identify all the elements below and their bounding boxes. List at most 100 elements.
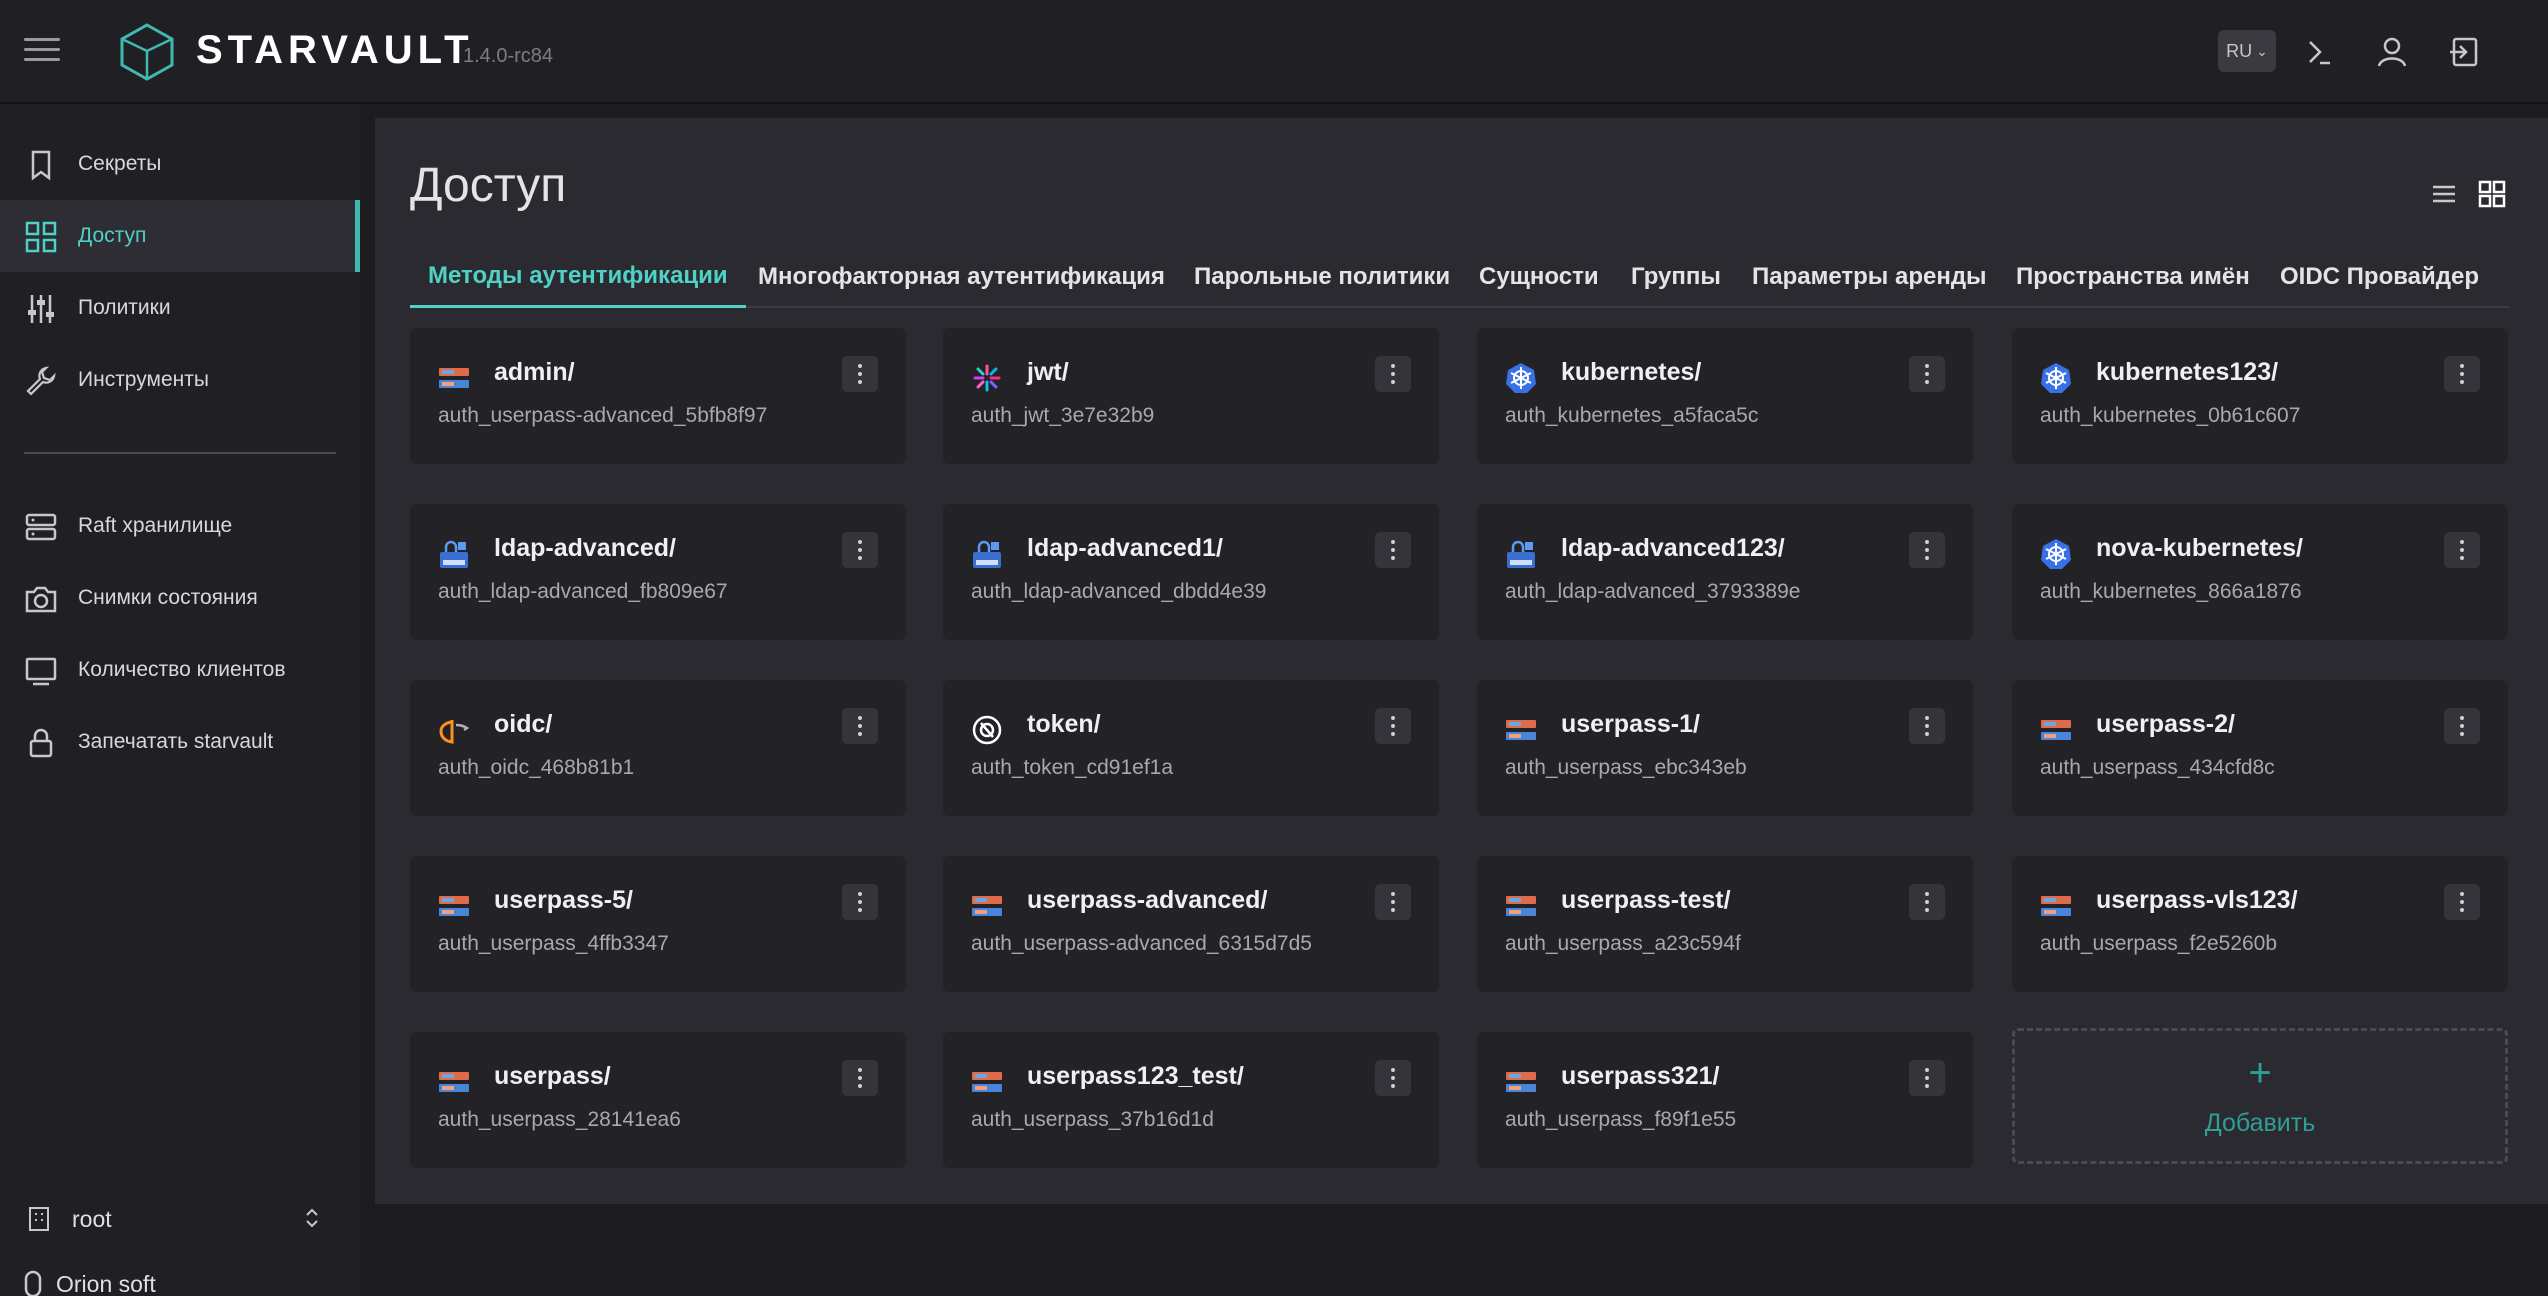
auth-method-path[interactable]: ldap-advanced/ [494, 534, 676, 563]
auth-method-card[interactable]: ldap-advanced1/auth_ldap-advanced_dbdd4e… [943, 504, 1439, 640]
more-options-icon[interactable] [2444, 708, 2480, 744]
more-options-icon[interactable] [1375, 356, 1411, 392]
sidebar-item-access[interactable]: Доступ [0, 200, 360, 272]
auth-method-card[interactable]: ldap-advanced123/auth_ldap-advanced_3793… [1477, 504, 1973, 640]
userpass-icon [971, 890, 1003, 922]
terminal-icon[interactable] [2300, 32, 2340, 72]
language-select[interactable]: RU ⌄ [2218, 30, 2276, 72]
auth-method-path[interactable]: token/ [1027, 710, 1101, 739]
auth-method-card[interactable]: userpass-1/auth_userpass_ebc343eb [1477, 680, 1973, 816]
more-options-icon[interactable] [1909, 532, 1945, 568]
sidebar-item-policies[interactable]: Политики [0, 272, 360, 344]
auth-method-path[interactable]: jwt/ [1027, 358, 1069, 387]
auth-method-card[interactable]: userpass-vls123/auth_userpass_f2e5260b [2012, 856, 2508, 992]
user-icon[interactable] [2372, 32, 2412, 72]
sidebar-item-clients[interactable]: Количество клиентов [0, 634, 360, 706]
auth-method-accessor: auth_ldap-advanced_dbdd4e39 [971, 580, 1267, 603]
more-options-icon[interactable] [1375, 1060, 1411, 1096]
tab-auth-methods[interactable]: Методы аутентификации [410, 246, 746, 308]
auth-method-path[interactable]: admin/ [494, 358, 575, 387]
auth-method-card[interactable]: userpass-5/auth_userpass_4ffb3347 [410, 856, 906, 992]
auth-method-card[interactable]: kubernetes123/auth_kubernetes_0b61c607 [2012, 328, 2508, 464]
sidebar-item-label: Raft хранилище [78, 514, 233, 537]
plus-icon: + [2248, 1051, 2272, 1095]
more-options-icon[interactable] [1375, 884, 1411, 920]
auth-method-path[interactable]: userpass321/ [1561, 1062, 1719, 1091]
auth-method-card[interactable]: userpass123_test/auth_userpass_37b16d1d [943, 1032, 1439, 1168]
sidebar-item-raft[interactable]: Raft хранилище [0, 490, 360, 562]
more-options-icon[interactable] [2444, 532, 2480, 568]
auth-method-card[interactable]: kubernetes/auth_kubernetes_a5faca5c [1477, 328, 1973, 464]
tab-entities[interactable]: Сущности [1479, 246, 1599, 308]
add-auth-method-button[interactable]: + Добавить [2012, 1028, 2508, 1164]
more-options-icon[interactable] [2444, 884, 2480, 920]
userpass-icon [438, 890, 470, 922]
auth-method-card[interactable]: userpass-advanced/auth_userpass-advanced… [943, 856, 1439, 992]
auth-method-card[interactable]: token/auth_token_cd91ef1a [943, 680, 1439, 816]
camera-icon [25, 586, 57, 613]
more-options-icon[interactable] [1909, 1060, 1945, 1096]
auth-method-accessor: auth_kubernetes_866a1876 [2040, 580, 2302, 603]
more-options-icon[interactable] [842, 708, 878, 744]
sidebar-item-seal[interactable]: Запечатать starvault [0, 706, 360, 778]
namespace-picker[interactable]: root [24, 1194, 324, 1244]
auth-method-path[interactable]: userpass-test/ [1561, 886, 1731, 915]
bookmark-icon [31, 150, 51, 181]
auth-method-path[interactable]: kubernetes/ [1561, 358, 1701, 387]
auth-method-path[interactable]: ldap-advanced123/ [1561, 534, 1785, 563]
sidebar-item-label: Запечатать starvault [78, 730, 274, 753]
menu-icon[interactable] [24, 38, 60, 66]
auth-method-path[interactable]: userpass/ [494, 1062, 611, 1091]
auth-method-card[interactable]: nova-kubernetes/auth_kubernetes_866a1876 [2012, 504, 2508, 640]
auth-method-card[interactable]: userpass/auth_userpass_28141ea6 [410, 1032, 906, 1168]
more-options-icon[interactable] [1909, 884, 1945, 920]
sidebar-divider [24, 452, 336, 454]
more-options-icon[interactable] [1375, 532, 1411, 568]
auth-method-path[interactable]: userpass-advanced/ [1027, 886, 1267, 915]
auth-method-path[interactable]: userpass-5/ [494, 886, 633, 915]
sidebar-item-snapshots[interactable]: Снимки состояния [0, 562, 360, 634]
auth-method-card[interactable]: ldap-advanced/auth_ldap-advanced_fb809e6… [410, 504, 906, 640]
more-options-icon[interactable] [1375, 708, 1411, 744]
auth-method-card[interactable]: oidc/auth_oidc_468b81b1 [410, 680, 906, 816]
more-options-icon[interactable] [842, 356, 878, 392]
more-options-icon[interactable] [842, 884, 878, 920]
list-view-icon[interactable] [2430, 180, 2458, 208]
tab-groups[interactable]: Группы [1631, 246, 1721, 308]
auth-method-path[interactable]: kubernetes123/ [2096, 358, 2278, 387]
auth-method-path[interactable]: userpass-1/ [1561, 710, 1700, 739]
add-label: Добавить [2204, 1109, 2316, 1137]
more-options-icon[interactable] [2444, 356, 2480, 392]
more-options-icon[interactable] [1909, 356, 1945, 392]
auth-method-card[interactable]: jwt/auth_jwt_3e7e32b9 [943, 328, 1439, 464]
more-options-icon[interactable] [1909, 708, 1945, 744]
more-options-icon[interactable] [842, 1060, 878, 1096]
tab-password-policies[interactable]: Парольные политики [1194, 246, 1450, 308]
version-label: 1.4.0-rc84 [463, 45, 554, 67]
auth-method-path[interactable]: userpass-vls123/ [2096, 886, 2298, 915]
auth-method-path[interactable]: oidc/ [494, 710, 552, 739]
tab-leases[interactable]: Параметры аренды [1752, 246, 1987, 308]
tab-namespaces[interactable]: Пространства имён [2016, 246, 2250, 308]
more-options-icon[interactable] [842, 532, 878, 568]
tab-oidc-provider[interactable]: OIDC Провайдер [2280, 246, 2479, 308]
auth-method-path[interactable]: userpass123_test/ [1027, 1062, 1244, 1091]
auth-method-path[interactable]: nova-kubernetes/ [2096, 534, 2303, 563]
monitor-icon [25, 657, 57, 686]
auth-method-accessor: auth_userpass_f2e5260b [2040, 932, 2278, 955]
organization-label: Orion soft [56, 1270, 156, 1296]
sidebar-item-secrets[interactable]: Секреты [0, 128, 360, 200]
auth-method-path[interactable]: ldap-advanced1/ [1027, 534, 1223, 563]
logout-icon[interactable] [2444, 32, 2484, 72]
token-icon [971, 714, 1003, 746]
organization: Orion soft [24, 1264, 156, 1296]
auth-method-card[interactable]: userpass-2/auth_userpass_434cfd8c [2012, 680, 2508, 816]
auth-method-card[interactable]: userpass-test/auth_userpass_a23c594f [1477, 856, 1973, 992]
sidebar-item-tools[interactable]: Инструменты [0, 344, 360, 416]
auth-method-card[interactable]: userpass321/auth_userpass_f89f1e55 [1477, 1032, 1973, 1168]
auth-method-path[interactable]: userpass-2/ [2096, 710, 2235, 739]
kubernetes-icon [2040, 538, 2072, 570]
auth-method-card[interactable]: admin/auth_userpass-advanced_5bfb8f97 [410, 328, 906, 464]
tab-mfa[interactable]: Многофакторная аутентификация [758, 246, 1165, 308]
grid-view-icon[interactable] [2478, 180, 2506, 208]
